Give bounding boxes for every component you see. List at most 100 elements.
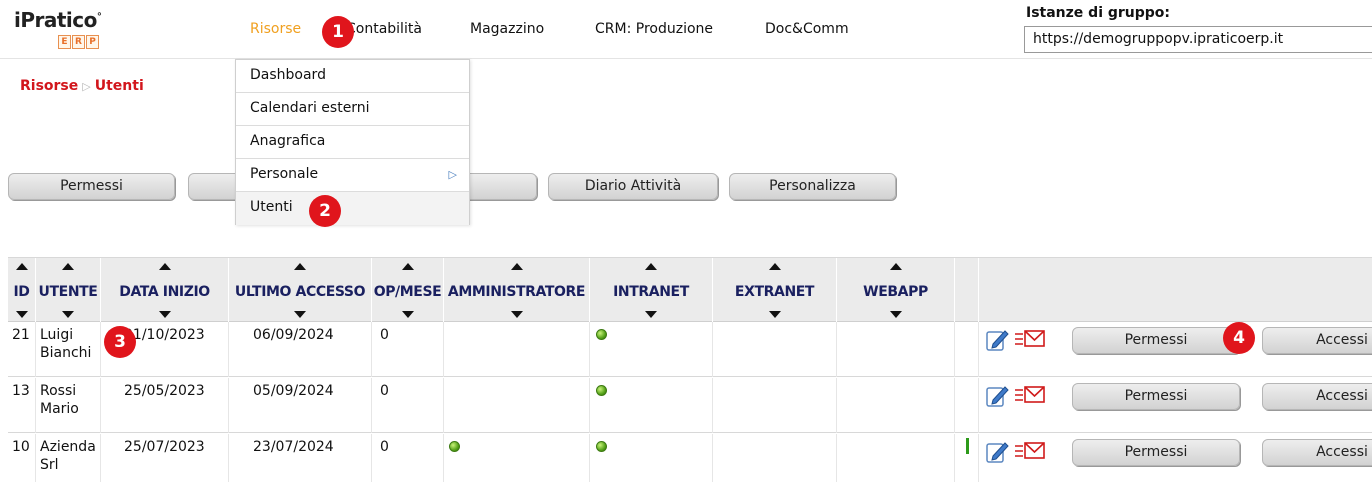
edit-icon[interactable] [985,328,1009,352]
cell-webapp [837,322,955,377]
cell-extranet [713,378,837,433]
cell-marker [955,378,979,433]
cell-ultimo-accesso: 23/07/2024 [229,434,372,482]
app-logo[interactable]: iPratico° ERP [14,8,124,50]
row-accessi-button[interactable]: Accessi [1262,327,1372,354]
personalizza-button[interactable]: Personalizza [729,173,896,200]
sort-up-icon[interactable] [889,263,902,270]
row-accessi-button[interactable]: Accessi [1262,383,1372,410]
menu-item-dashboard[interactable]: Dashboard [236,60,469,93]
cell-amministratore [444,378,590,433]
edit-icon[interactable] [985,384,1009,408]
nav-item-doc-comm[interactable]: Doc&Comm [765,21,849,37]
sort-up-icon[interactable] [401,263,414,270]
column-header-id[interactable]: ID [8,258,36,322]
step-badge-4: 4 [1223,322,1255,354]
row-accessi-button[interactable]: Accessi [1262,439,1372,466]
cell-intranet [590,322,713,377]
status-dot-icon [596,329,607,340]
cell-data-inizio: 25/07/2023 [101,434,229,482]
sort-up-icon[interactable] [158,263,171,270]
sort-down-icon[interactable] [645,311,657,318]
cell-id: 10 [8,434,36,482]
sort-up-icon[interactable] [768,263,781,270]
cell-amministratore [444,434,590,482]
nav-item-contabilita[interactable]: Contabilità [346,21,422,37]
sort-up-icon[interactable] [645,263,657,270]
nav-item-risorse[interactable]: Risorse [250,21,301,37]
table-row: 13 Rossi Mario 25/05/2023 05/09/2024 0 Pe… [8,378,1372,433]
istanze-label: Istanze di gruppo: [1026,5,1171,21]
cell-ultimo-accesso: 05/09/2024 [229,378,372,433]
sort-down-icon[interactable] [889,311,902,318]
column-header-op-mese[interactable]: OP/MESE [372,258,444,322]
cell-op-mese: 0 [372,378,444,433]
menu-item-personale[interactable]: Personale ▷ [236,159,469,192]
sort-down-icon[interactable] [510,311,523,318]
column-header-amministratore[interactable]: AMMINISTRATORE [444,258,590,322]
cell-ultimo-accesso: 06/09/2024 [229,322,372,377]
column-header-marker [955,258,979,322]
istanze-select[interactable]: https://demogruppopv.ipraticoerp.it [1024,26,1372,53]
sort-up-icon[interactable] [15,263,28,270]
row-permessi-button[interactable]: Permessi [1072,439,1240,466]
sort-down-icon[interactable] [62,311,74,318]
menu-item-calendari-esterni[interactable]: Calendari esterni [236,93,469,126]
cell-extranet [713,322,837,377]
cell-marker [955,434,979,482]
row-permessi-button[interactable]: Permessi [1072,383,1240,410]
breadcrumb-separator-icon: ▷ [82,80,91,93]
cell-actions: Permessi Accessi [979,378,1372,433]
column-header-utente[interactable]: UTENTE [36,258,101,322]
status-dot-icon [449,441,460,452]
column-header-extranet[interactable]: EXTRANET [713,258,837,322]
column-header-actions [979,258,1372,322]
cell-extranet [713,434,837,482]
table-row: 21 Luigi Bianchi 01/10/2023 06/09/2024 0 … [8,322,1372,377]
menu-item-utenti[interactable]: Utenti [236,192,469,225]
cell-intranet [590,434,713,482]
nav-item-magazzino[interactable]: Magazzino [470,21,544,37]
sort-up-icon[interactable] [510,263,523,270]
sort-down-icon[interactable] [15,311,28,318]
cell-utente[interactable]: Azienda Srl [36,434,101,482]
sort-up-icon[interactable] [62,263,74,270]
email-icon[interactable] [1015,385,1045,405]
edit-icon[interactable] [985,440,1009,464]
risorse-dropdown-menu: Dashboard Calendari esterni Anagrafica P… [235,59,470,225]
cell-utente[interactable]: Luigi Bianchi [36,322,101,377]
cell-data-inizio: 25/05/2023 [101,378,229,433]
cell-webapp [837,434,955,482]
cell-webapp [837,378,955,433]
column-header-ultimo-accesso[interactable]: ULTIMO ACCESSO [229,258,372,322]
cell-actions: Permessi Accessi [979,434,1372,482]
cell-marker [955,322,979,377]
column-header-webapp[interactable]: WEBAPP [837,258,955,322]
breadcrumb-risorse[interactable]: Risorse [20,78,78,94]
column-header-data-inizio[interactable]: DATA INIZIO [101,258,229,322]
diario-attivita-button[interactable]: Diario Attività [548,173,718,200]
sort-down-icon[interactable] [401,311,414,318]
status-dot-icon [596,441,607,452]
cell-id: 13 [8,378,36,433]
email-icon[interactable] [1015,329,1045,349]
sort-down-icon[interactable] [158,311,171,318]
sort-up-icon[interactable] [294,263,306,270]
row-permessi-button[interactable]: Permessi [1072,327,1240,354]
sort-down-icon[interactable] [768,311,781,318]
permessi-button[interactable]: Permessi [8,173,175,200]
menu-item-anagrafica[interactable]: Anagrafica [236,126,469,159]
sort-down-icon[interactable] [294,311,306,318]
breadcrumb-utenti[interactable]: Utenti [95,78,144,94]
menu-item-personale-label: Personale [250,166,319,182]
step-badge-1: 1 [322,16,354,48]
column-header-intranet[interactable]: INTRANET [590,258,713,322]
nav-item-crm-produzione[interactable]: CRM: Produzione [595,21,713,37]
header-divider [0,58,1372,59]
green-marker [966,438,969,454]
cell-utente[interactable]: Rossi Mario [36,378,101,433]
users-table: ID UTENTE DATA INIZIO ULTIMO ACCESSO OP/… [8,257,1372,482]
table-header: ID UTENTE DATA INIZIO ULTIMO ACCESSO OP/… [8,258,1372,322]
table-row: 10 Azienda Srl 25/07/2023 23/07/2024 0 Pe… [8,434,1372,482]
email-icon[interactable] [1015,441,1045,461]
